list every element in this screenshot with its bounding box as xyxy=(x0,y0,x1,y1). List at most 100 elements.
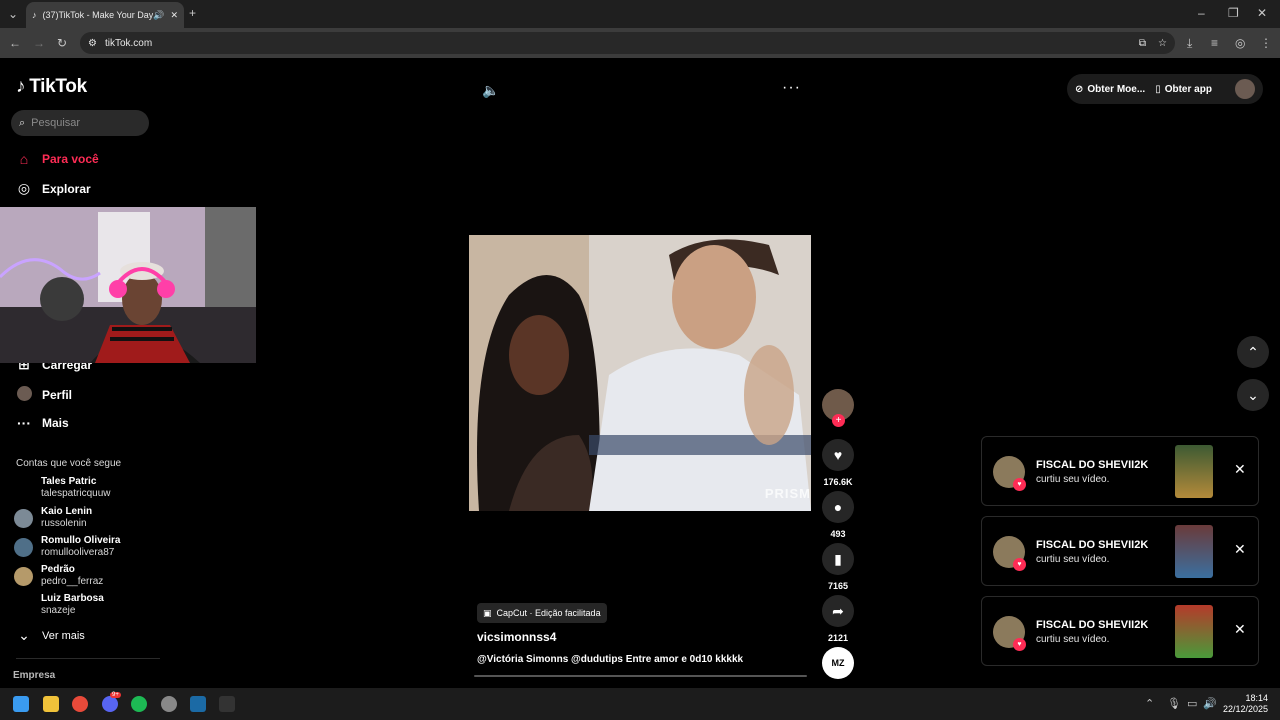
tiktok-favicon-icon: ♪ xyxy=(32,10,37,20)
microphone-icon[interactable]: 🎙 xyxy=(1167,697,1181,711)
new-tab-icon[interactable]: + xyxy=(189,6,196,20)
comment-icon: ● xyxy=(822,491,854,523)
browser-tab[interactable]: ♪ (37)TikTok - Make Your Day 🔊 ✕ xyxy=(26,2,184,28)
site-info-icon[interactable]: ⚙ xyxy=(88,38,97,49)
tray-chevron-icon[interactable]: ⌃ xyxy=(1145,697,1154,711)
previous-video-button[interactable]: ⌃ xyxy=(1237,336,1269,368)
account-item[interactable]: Romullo Oliveira romulloolivera87 xyxy=(14,535,120,559)
windows-start-icon[interactable] xyxy=(13,696,29,712)
following-header: Contas que você segue xyxy=(16,458,122,469)
nav-explorar[interactable]: ◎ Explorar xyxy=(16,180,91,197)
share-button[interactable]: ➦ 2121 xyxy=(822,595,854,643)
nav-para-voce[interactable]: ⌂ Para você xyxy=(16,151,99,167)
more-icon: ··· xyxy=(17,415,31,431)
account-item[interactable]: Tales Patric talespatricquuw xyxy=(14,476,110,500)
notification-card[interactable]: ♥ FISCAL DO SHEVII2K curtiu seu vídeo. ✕ xyxy=(981,436,1259,506)
heart-badge-icon: ♥ xyxy=(1013,638,1026,651)
get-app-button[interactable]: ▯ Obter app xyxy=(1155,84,1212,95)
search-input[interactable]: ⌕ Pesquisar xyxy=(11,110,149,136)
get-coins-button[interactable]: ⊘ Obter Moe... xyxy=(1075,84,1145,95)
music-disc-button[interactable]: MZ xyxy=(822,647,854,679)
user-avatar[interactable] xyxy=(1235,79,1255,99)
avatar xyxy=(14,508,33,528)
media-icon[interactable]: ≡ xyxy=(1211,36,1218,50)
discord-badge: 9+ xyxy=(110,692,121,698)
header-actions: ⊘ Obter Moe... ▯ Obter app xyxy=(1067,74,1263,104)
heart-badge-icon: ♥ xyxy=(1013,558,1026,571)
follow-plus-icon[interactable]: + xyxy=(832,414,845,427)
forward-icon[interactable]: → xyxy=(33,36,45,50)
coin-icon: ⊘ xyxy=(1075,83,1084,95)
next-video-button[interactable]: ⌄ xyxy=(1237,379,1269,411)
like-button[interactable]: ♥ 176.6K xyxy=(822,439,854,487)
chevron-up-icon: ⌃ xyxy=(1247,343,1259,360)
tab-audio-icon[interactable]: 🔊 xyxy=(153,10,164,21)
heart-icon: ♥ xyxy=(822,439,854,471)
nav-mais[interactable]: ··· Mais xyxy=(16,415,69,431)
video-thumbnail[interactable] xyxy=(1175,445,1213,498)
phone-icon: ▯ xyxy=(1155,83,1161,95)
tab-close-icon[interactable]: ✕ xyxy=(170,10,178,21)
spotify-icon[interactable] xyxy=(131,696,147,712)
time: 18:14 xyxy=(1245,693,1268,703)
footer-empresa-link[interactable]: Empresa xyxy=(13,670,55,681)
tiktok-page: ♪ TikTok ⌕ Pesquisar ⌂ Para você ◎ Explo… xyxy=(0,58,1280,688)
heart-badge-icon: ♥ xyxy=(1013,478,1026,491)
video-player[interactable]: PRISM xyxy=(469,235,811,511)
video-description: @Victória Simonns @dudutips Entre amor e… xyxy=(477,654,744,665)
tab-search-icon[interactable]: ⌄ xyxy=(8,7,18,21)
notification-card[interactable]: ♥ FISCAL DO SHEVII2K curtiu seu vídeo. ✕ xyxy=(981,596,1259,666)
see-more-button[interactable]: ⌄ Ver mais xyxy=(16,627,85,644)
video-progress-bar[interactable] xyxy=(474,675,807,677)
search-icon: ⌕ xyxy=(19,116,26,129)
close-window-icon[interactable]: ✕ xyxy=(1257,6,1267,20)
date: 22/12/2025 xyxy=(1222,704,1268,714)
close-icon[interactable]: ✕ xyxy=(1234,461,1246,478)
profile-circle-icon[interactable]: ◎ xyxy=(1235,36,1245,50)
avatar xyxy=(14,537,33,557)
os-taskbar: 9+ ⌃ 🎙 ▭ 🔊 18:14 22/12/2025 xyxy=(0,688,1280,720)
url-text: tikTok.com xyxy=(104,37,153,49)
close-icon[interactable]: ✕ xyxy=(1234,541,1246,558)
minimize-icon[interactable]: – xyxy=(1198,6,1205,20)
avatar xyxy=(14,479,33,498)
tiktok-logo[interactable]: ♪ TikTok xyxy=(16,76,87,98)
notification-card[interactable]: ♥ FISCAL DO SHEVII2K curtiu seu vídeo. ✕ xyxy=(981,516,1259,586)
account-item[interactable]: Pedrão pedro__ferraz xyxy=(14,564,103,588)
discord-icon[interactable] xyxy=(102,696,118,712)
tiktok-note-icon: ♪ xyxy=(16,76,26,97)
video-thumbnail[interactable] xyxy=(1175,525,1213,578)
creator-avatar-button[interactable]: + xyxy=(822,389,854,427)
app-icon[interactable] xyxy=(161,696,177,712)
speaker-icon[interactable]: 🔊 xyxy=(1203,697,1217,711)
more-options-icon[interactable]: ··· xyxy=(782,79,801,97)
comment-button[interactable]: ● 493 xyxy=(822,491,854,539)
download-icon[interactable]: ⤓ xyxy=(1187,36,1192,50)
epic-games-icon[interactable] xyxy=(219,696,235,712)
address-bar[interactable]: ⚙ tikTok.com ⧉ ☆ xyxy=(80,32,1175,54)
file-explorer-icon[interactable] xyxy=(43,696,59,712)
like-count: 176.6K xyxy=(823,477,853,487)
install-icon[interactable]: ⧉ xyxy=(1139,38,1146,49)
back-icon[interactable]: ← xyxy=(9,36,21,50)
account-item[interactable]: Kaio Lenin russolenin xyxy=(14,506,92,530)
chrome-icon[interactable] xyxy=(72,696,88,712)
video-thumbnail[interactable] xyxy=(1175,605,1213,658)
comment-count: 493 xyxy=(830,529,846,539)
steam-icon[interactable] xyxy=(190,696,206,712)
restore-icon[interactable]: ❐ xyxy=(1228,6,1239,20)
nav-perfil[interactable]: Perfil xyxy=(16,386,72,404)
video-author[interactable]: vicsimonnss4 xyxy=(477,630,556,644)
chevron-down-icon: ⌄ xyxy=(1247,386,1259,403)
save-button[interactable]: ▮ 7165 xyxy=(822,543,854,591)
tab-title: (37)TikTok - Make Your Day xyxy=(42,10,154,20)
capcut-tag[interactable]: ▣ CapCut · Edição facilitada xyxy=(477,603,607,623)
account-item[interactable]: Luiz Barbosa snazeje xyxy=(14,593,104,617)
bookmark-star-icon[interactable]: ☆ xyxy=(1158,38,1167,49)
system-clock[interactable]: 18:14 22/12/2025 xyxy=(1220,693,1268,715)
close-icon[interactable]: ✕ xyxy=(1234,621,1246,638)
network-icon[interactable]: ▭ xyxy=(1187,697,1197,711)
reload-icon[interactable]: ↻ xyxy=(57,36,67,50)
menu-kebab-icon[interactable]: ⋮ xyxy=(1260,36,1272,50)
volume-icon[interactable]: 🔈 xyxy=(482,82,499,99)
